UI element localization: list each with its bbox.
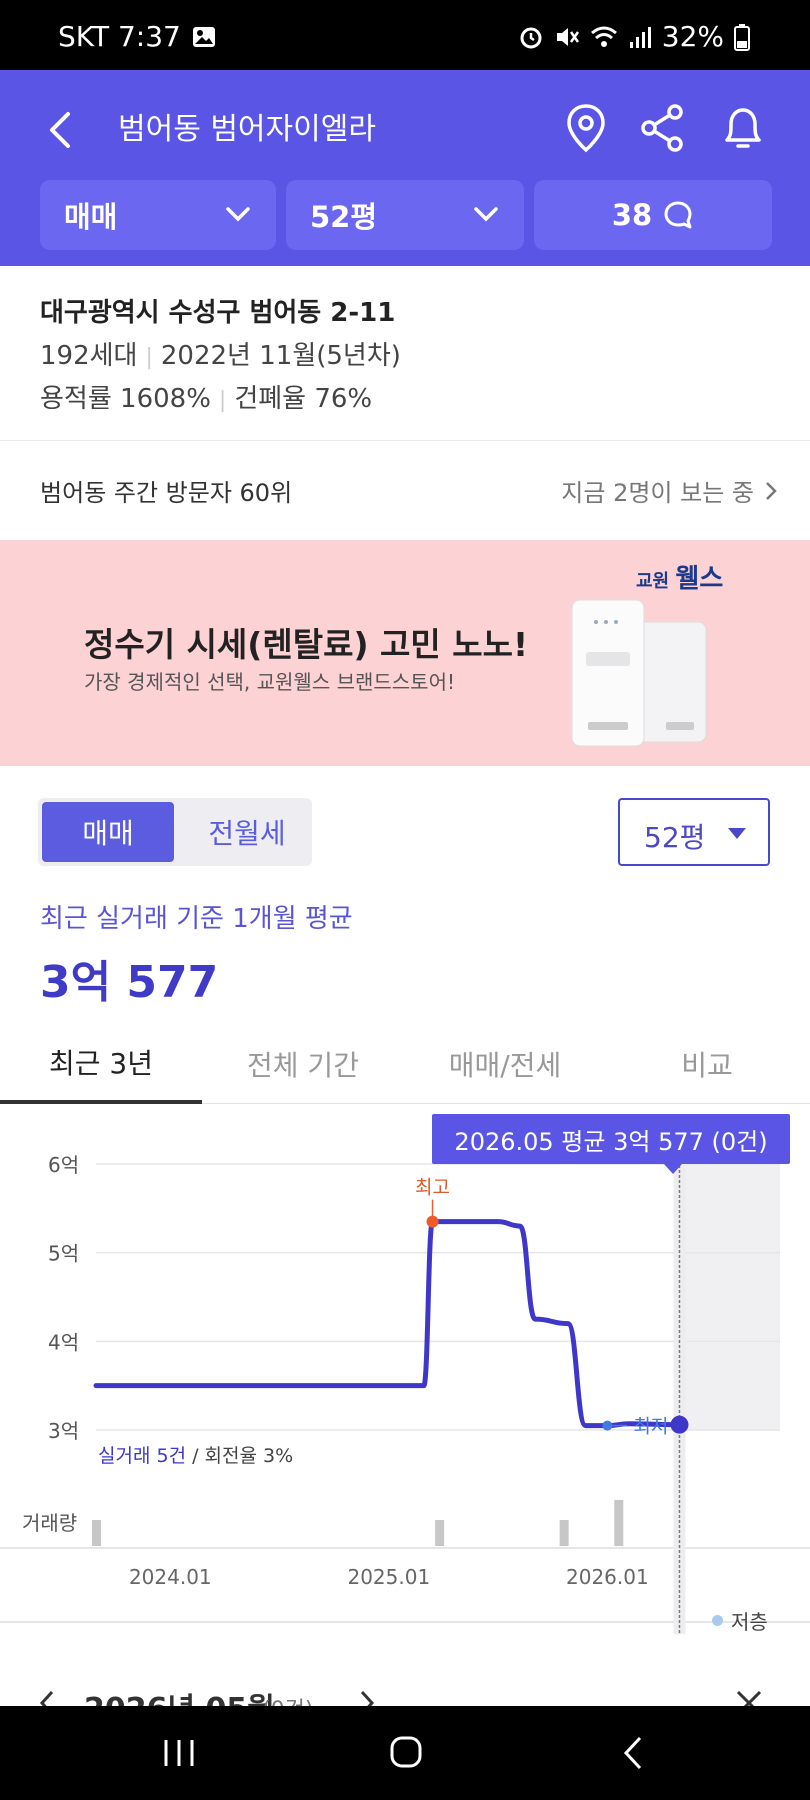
ad-subtext: 가장 경제적인 선택, 교원웰스 브랜드스토어!: [84, 670, 456, 694]
nav-back-icon[interactable]: [620, 1734, 646, 1772]
wifi-icon: [590, 26, 617, 47]
tab-recent-3y[interactable]: 최근 3년: [0, 1024, 202, 1104]
legend-label: 저층: [731, 1610, 768, 1634]
floor-area-ratio: 용적률 1608%: [40, 384, 211, 414]
ratio-info: 용적률 1608% | 건폐율 76%: [40, 378, 372, 415]
size-label: 52평: [310, 200, 378, 234]
visitor-rank: 범어동 주간 방문자 60위: [40, 479, 293, 507]
chat-bubble-icon: [664, 201, 692, 229]
chevron-down-icon: [226, 207, 250, 222]
chevron-right-icon: [766, 481, 777, 500]
size-dropdown[interactable]: 52평: [286, 180, 524, 250]
future-shade: [679, 1160, 780, 1430]
recent-apps-icon[interactable]: [162, 1736, 196, 1770]
y-tick-label: 4억: [48, 1330, 79, 1354]
bell-icon[interactable]: [713, 98, 773, 158]
section-divider: [0, 440, 810, 441]
comments-count: 38: [611, 198, 653, 232]
home-icon[interactable]: [388, 1734, 424, 1770]
ad-brand-logo: 교원 웰스: [636, 564, 724, 594]
price-chart[interactable]: 6억 5억 4억 3억 2024.01 2025.01 2026.01 거래량 최고최저실거래 …: [0, 1104, 810, 1634]
volume-bar: [559, 1520, 569, 1546]
tab-all-period[interactable]: 전체 기간: [202, 1024, 404, 1104]
share-icon[interactable]: [633, 98, 693, 158]
y-tick-label: 6억: [48, 1153, 79, 1177]
volume-bar: [92, 1520, 101, 1546]
caret-down-icon: [728, 828, 746, 839]
current-point: [670, 1415, 689, 1434]
prev-month-icon[interactable]: [36, 1688, 58, 1706]
price-chart-svg: 6억 5억 4억 3억 2024.01 2025.01 2026.01 거래량 최고최저실거래 …: [0, 1153, 810, 1634]
tab-compare[interactable]: 비교: [606, 1024, 808, 1104]
app-bar: 범어동 범어자이엘라 매매 52평 38: [0, 70, 810, 266]
legend-dot: [712, 1615, 723, 1626]
x-tick-label: 2025.01: [347, 1565, 430, 1589]
building-info: 192세대 | 2022년 11월(5년차): [40, 335, 401, 372]
divider: |: [145, 345, 153, 370]
y-tick-label: 3억: [48, 1419, 79, 1443]
carrier-time: SKT 7:37: [58, 20, 181, 53]
detail-header: 2026년 05월 (0건): [0, 1640, 810, 1706]
status-bar: SKT 7:37 32%: [0, 0, 810, 70]
toggle-sale[interactable]: 매매: [42, 802, 174, 862]
built-date: 2022년 11월(5년차): [160, 341, 401, 371]
tooltip-pointer: [664, 1164, 682, 1174]
divider: |: [218, 388, 227, 413]
deal-type-dropdown[interactable]: 매매: [40, 180, 276, 250]
battery-icon: [734, 23, 750, 51]
location-pin-icon[interactable]: [556, 98, 616, 158]
high-label: 최고: [415, 1177, 450, 1199]
close-icon[interactable]: [734, 1688, 764, 1706]
alarm-icon: [520, 27, 542, 48]
size-select[interactable]: 52평: [618, 798, 770, 866]
next-month-icon[interactable]: [356, 1688, 378, 1706]
system-nav-bar: [0, 1706, 810, 1800]
water-purifier-image: [571, 599, 707, 747]
low-label: 최저: [633, 1416, 668, 1438]
chart-legend: 저층: [712, 1606, 768, 1635]
volume-bar: [435, 1520, 445, 1546]
deals-count: 실거래 5건: [98, 1445, 192, 1467]
ad-headline: 정수기 시세(렌탈료) 고민 노노!: [84, 625, 529, 664]
comments-button[interactable]: 38: [534, 180, 772, 250]
high-point: [426, 1215, 439, 1228]
deal-type-label: 매매: [64, 200, 118, 234]
x-tick-label: 2024.01: [129, 1565, 212, 1589]
ad-banner[interactable]: 교원 웰스 정수기 시세(렌탈료) 고민 노노! 가장 경제적인 선택, 교원웰…: [0, 540, 810, 766]
address: 대구광역시 수성구 범어동 2-11: [40, 298, 396, 328]
volume-bar: [614, 1500, 624, 1546]
detail-month: 2026년 05월: [84, 1684, 275, 1706]
tab-sale-jeonse[interactable]: 매매/전세: [404, 1024, 606, 1104]
period-tabs: 최근 3년 전체 기간 매매/전세 비교: [0, 1024, 810, 1104]
page-title: 범어동 범어자이엘라: [118, 112, 376, 147]
mute-icon: [556, 27, 579, 46]
toggle-rent[interactable]: 전월세: [186, 802, 308, 862]
households: 192세대: [40, 341, 138, 371]
size-select-label: 52평: [644, 821, 706, 854]
deals-summary: 실거래 5건 / 회전율 3%: [98, 1445, 293, 1467]
average-price: 3억 577: [40, 957, 219, 1008]
detail-count: (0건): [262, 1692, 313, 1706]
battery-percent: 32%: [661, 20, 724, 53]
y-tick-label: 5억: [48, 1242, 79, 1266]
gallery-icon: [192, 26, 215, 47]
deal-type-toggle: 매매 전월세: [38, 798, 312, 866]
chart-tooltip: 2026.05 평균 3억 577 (0건): [432, 1114, 790, 1164]
signal-icon: [629, 26, 651, 48]
x-tick-label: 2026.01: [566, 1565, 649, 1589]
chevron-down-icon: [474, 207, 498, 222]
back-arrow-icon[interactable]: [40, 100, 80, 160]
viewers-text: 지금 2명이 보는 중: [561, 479, 754, 507]
building-coverage: 건폐율 76%: [234, 384, 373, 414]
turnover-rate: / 회전율 3%: [192, 1445, 293, 1467]
viewers-link[interactable]: 지금 2명이 보는 중: [561, 473, 778, 508]
average-label: 최근 실거래 기준 1개월 평균: [40, 904, 353, 934]
volume-label: 거래량: [22, 1511, 77, 1535]
